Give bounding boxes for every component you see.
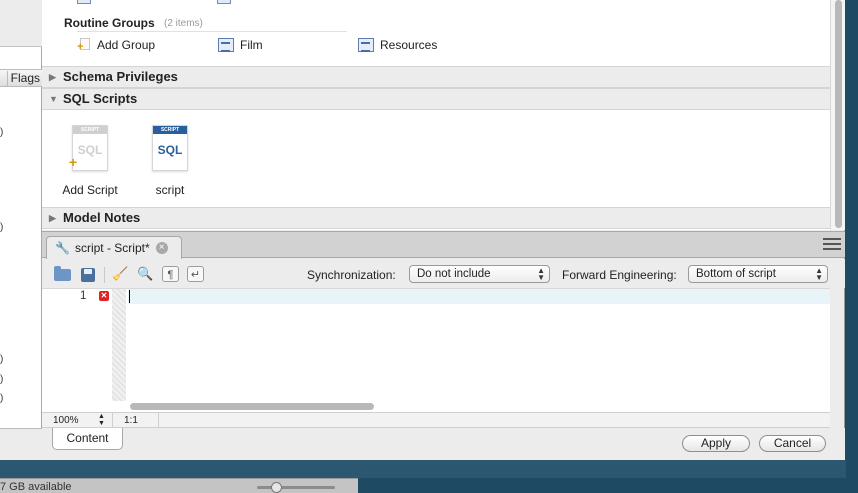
overview-scrollbar[interactable] [830,0,845,230]
script-toolbar: 🧹 🔍 ¶ ↵ Synchronization: Do not include … [42,259,845,288]
horizontal-scrollbar-thumb[interactable] [130,403,374,410]
select-arrows-icon: ▲ ▼ [537,266,545,282]
cell-fragment: ) [0,222,4,233]
zoom-slider-track[interactable] [257,486,335,489]
add-group-icon: + [77,38,91,53]
routine-group-label: Resources [380,38,438,52]
fold-margin [112,289,126,401]
current-line-highlight [128,289,830,304]
disclosure-triangle-expanded-icon[interactable]: ▼ [49,89,58,109]
divider [77,31,347,32]
forward-engineering-label: Forward Engineering: [562,268,677,282]
cell-fragment: ) [0,393,4,404]
cell-fragment: ) [0,374,4,385]
add-group-item[interactable]: + Add Group [77,37,155,53]
routine-group-resources[interactable]: Resources [358,37,437,53]
background-toolbar [0,0,42,47]
wrench-icon: 🔧 [55,241,70,255]
open-file-icon[interactable] [54,266,71,281]
model-overview-panel: Routine Groups (2 items) + Add Group Fil… [42,0,830,230]
background-footer [0,428,42,460]
routine-groups-heading: Routine Groups [64,16,155,30]
line-number: 1 [80,290,87,302]
sql-script-icon: SCRIPT SQL [152,125,188,171]
find-magnifier-icon[interactable]: 🔍 [137,266,154,282]
scrollbar-thumb[interactable] [835,0,842,228]
script-badge: SCRIPT [153,126,187,134]
background-table-header: Flags [0,69,42,87]
editor-tab-bar: 🔧 script - Script* × [42,231,845,259]
background-window-statusbar: 7 GB available [0,478,358,493]
cursor-position: 1:1 [124,415,138,426]
script-label: script [155,183,185,197]
flags-column-header[interactable]: Flags [6,71,40,86]
forward-engineering-value: Bottom of script [696,268,776,280]
zoom-level[interactable]: 100% [53,414,79,428]
add-group-label: Add Group [97,38,156,52]
model-editor-window: Routine Groups (2 items) + Add Group Fil… [42,0,845,460]
add-script-icon: SCRIPT SQL + [69,125,108,171]
disclosure-triangle-collapsed-icon[interactable]: ▶ [49,67,56,87]
script-tile[interactable]: SCRIPT SQL script [135,125,205,197]
show-invisibles-icon[interactable]: ¶ [162,266,179,282]
add-script-label: Add Script [62,183,118,197]
tab-content[interactable]: Content [52,428,123,450]
syntax-error-icon[interactable]: ✕ [99,291,109,301]
section-title: SQL Scripts [63,91,138,106]
synchronization-label: Synchronization: [307,268,396,282]
save-icon[interactable] [81,268,95,282]
cell-fragment: ) [0,127,4,138]
routine-group-icon [358,38,374,52]
add-script-tile[interactable]: SCRIPT SQL + Add Script [55,125,125,197]
synchronization-select[interactable]: Do not include ▲ ▼ [409,265,550,283]
beautify-broom-icon[interactable]: 🧹 [112,266,129,282]
routine-icon-partial [77,0,91,4]
line-gutter: 1 ✕ [42,289,112,399]
tab-script[interactable]: 🔧 script - Script* × [46,236,182,259]
section-title: Model Notes [63,210,141,225]
background-window: Flags ) ) ) ) ) [0,0,42,460]
routine-group-icon [218,38,234,52]
apply-button[interactable]: Apply [682,435,750,452]
routine-group-film[interactable]: Film [218,37,263,53]
desktop-background [0,460,846,478]
script-doc-text: SQL [157,143,183,157]
text-caret [129,290,130,303]
select-arrows-icon: ▲ ▼ [815,266,823,282]
routine-groups-count: (2 items) [164,18,203,29]
tab-title: script - Script* [74,241,150,255]
section-model-notes[interactable]: ▶ Model Notes [42,207,830,229]
zoom-stepper-icon[interactable]: ▲ ▼ [98,413,105,427]
forward-engineering-select[interactable]: Bottom of script ▲ ▼ [688,265,828,283]
disclosure-triangle-collapsed-icon[interactable]: ▶ [49,208,56,228]
routine-group-label: Film [240,38,263,52]
word-wrap-icon[interactable]: ↵ [187,266,204,282]
toolbar-separator [104,267,105,283]
close-tab-icon[interactable]: × [155,242,168,254]
section-schema-privileges[interactable]: ▶ Schema Privileges [42,66,830,88]
section-title: Schema Privileges [63,69,178,84]
routine-icon-partial [217,0,231,4]
zoom-slider-knob[interactable] [271,482,282,493]
cell-fragment: ) [0,354,4,365]
sql-code-editor[interactable]: 1 ✕ [42,288,830,412]
editor-bottom-bar: Content Apply Cancel [42,428,845,460]
script-badge: SCRIPT [73,126,107,134]
disk-available-text: 7 GB available [0,481,72,493]
editor-status-bar: 100% ▲ ▼ 1:1 [42,412,830,428]
cancel-button[interactable]: Cancel [759,435,826,452]
synchronization-value: Do not include [417,268,491,280]
script-doc-text: SQL [77,143,103,157]
section-sql-scripts[interactable]: ▼ SQL Scripts [42,88,830,110]
tab-menu-icon[interactable] [823,238,841,252]
